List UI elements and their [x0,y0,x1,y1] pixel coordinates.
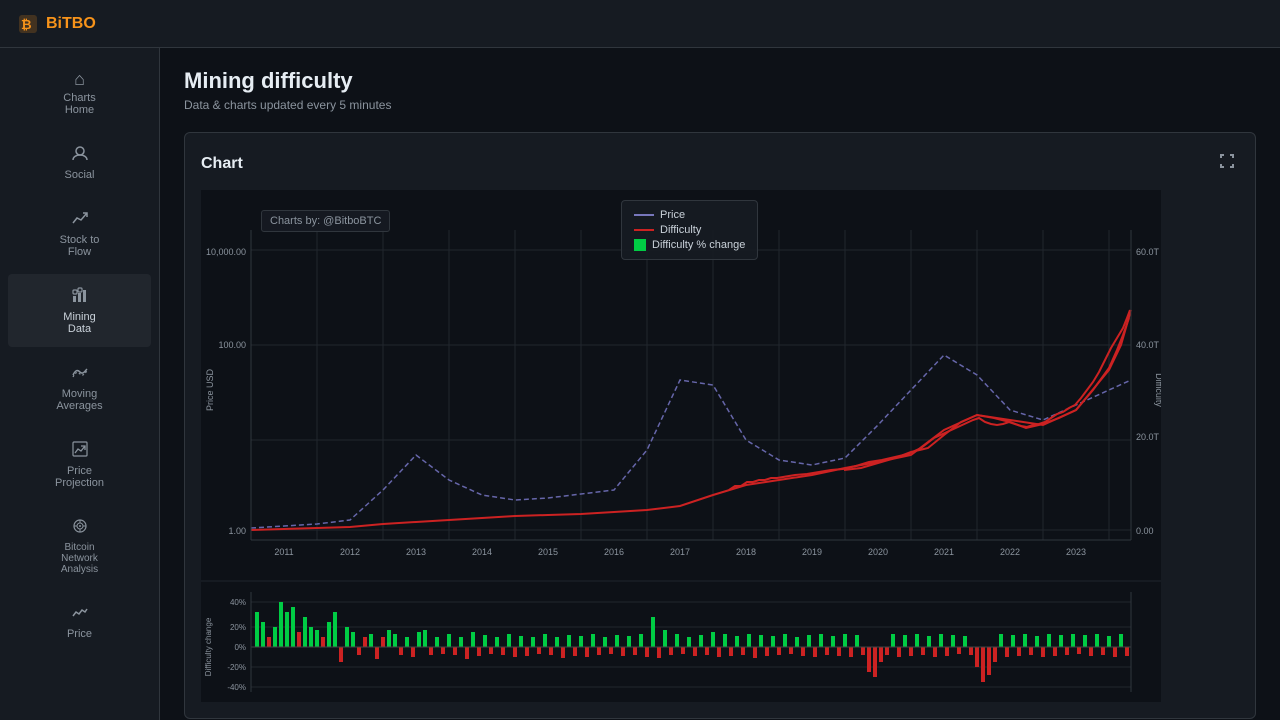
svg-text:40.0T: 40.0T [1136,340,1160,350]
sidebar-item-moving-averages[interactable]: Moving Averages [8,351,151,424]
svg-text:0.00: 0.00 [1136,526,1154,536]
sidebar-item-label: Moving Averages [56,388,102,412]
sidebar-item-label: Charts Home [63,92,95,116]
legend-difficulty-line [634,229,654,231]
sidebar-item-label: Price Projection [55,465,104,489]
price-proj-icon [71,440,89,461]
svg-text:1.00: 1.00 [228,526,246,536]
svg-text:₿: ₿ [21,17,32,32]
moving-avg-icon [71,363,89,384]
fullscreen-button[interactable] [1215,149,1239,178]
sidebar-item-price[interactable]: Price [8,591,151,652]
chart-title: Chart [201,155,243,173]
svg-text:60.0T: 60.0T [1136,247,1160,257]
svg-text:2021: 2021 [934,547,954,557]
sidebar-item-stock-to-flow[interactable]: Stock to Flow [8,197,151,270]
page-subtitle: Data & charts updated every 5 minutes [184,98,1256,112]
social-icon [71,144,89,165]
svg-text:2020: 2020 [868,547,888,557]
legend-price-line [634,214,654,216]
svg-text:20%: 20% [230,623,246,632]
legend-price-label: Price [660,209,685,221]
mining-icon [71,286,89,307]
stock-flow-icon [71,209,89,230]
svg-text:10,000.00: 10,000.00 [206,247,246,257]
main-content: Mining difficulty Data & charts updated … [160,48,1280,720]
chart-legend: Price Difficulty Difficulty % change [621,200,758,260]
sidebar-item-social[interactable]: Social [8,132,151,193]
svg-text:2014: 2014 [472,547,492,557]
svg-text:2023: 2023 [1066,547,1086,557]
sidebar: ⌂ Charts Home Social Stock to Flow [0,48,160,720]
legend-price: Price [634,209,745,221]
chart-container: Chart Charts by: @BitboBTC Price Difficu… [184,132,1256,719]
sidebar-item-mining-data[interactable]: Mining Data [8,274,151,347]
price-icon [71,603,89,624]
sidebar-item-price-projection[interactable]: Price Projection [8,428,151,501]
svg-text:2015: 2015 [538,547,558,557]
svg-text:Difficulty: Difficulty [1154,373,1161,407]
svg-text:20.0T: 20.0T [1136,432,1160,442]
page-title: Mining difficulty [184,68,1256,94]
legend-difficulty-change: Difficulty % change [634,239,745,251]
svg-text:100.00: 100.00 [218,340,246,350]
sidebar-item-label: Price [67,628,92,640]
svg-text:2019: 2019 [802,547,822,557]
svg-text:Price USD: Price USD [205,369,215,412]
svg-text:0%: 0% [234,643,246,652]
svg-text:2016: 2016 [604,547,624,557]
sidebar-item-bitcoin-network[interactable]: Bitcoin Network Analysis [8,505,151,587]
main-chart-wrapper: Charts by: @BitboBTC Price Difficulty Di… [201,190,1239,702]
home-icon: ⌂ [74,70,85,88]
logo: ₿ BiTBO [16,12,96,36]
svg-text:-20%: -20% [227,663,246,672]
difficulty-change-chart: 40% 20% 0% -20% -40% Difficulty change [201,582,1161,702]
svg-text:40%: 40% [230,598,246,607]
sidebar-item-label: Mining Data [63,311,95,335]
sidebar-item-charts-home[interactable]: ⌂ Charts Home [8,58,151,128]
sidebar-item-label: Bitcoin Network Analysis [61,542,98,575]
legend-difficulty-change-label: Difficulty % change [652,239,745,251]
sidebar-item-label: Social [65,169,95,181]
network-icon [71,517,89,538]
svg-text:2022: 2022 [1000,547,1020,557]
svg-text:-40%: -40% [227,683,246,692]
chart-attribution: Charts by: @BitboBTC [261,210,390,232]
logo-text: BiTBO [46,15,96,33]
legend-difficulty-change-square [634,239,646,251]
legend-difficulty: Difficulty [634,224,745,236]
svg-text:2017: 2017 [670,547,690,557]
legend-difficulty-label: Difficulty [660,224,701,236]
topbar: ₿ BiTBO [0,0,1280,48]
svg-text:Difficulty change: Difficulty change [204,617,213,676]
svg-text:2012: 2012 [340,547,360,557]
svg-text:2013: 2013 [406,547,426,557]
svg-text:2018: 2018 [736,547,756,557]
chart-header: Chart [201,149,1239,178]
svg-text:2011: 2011 [274,547,293,557]
sidebar-item-label: Stock to Flow [60,234,100,258]
